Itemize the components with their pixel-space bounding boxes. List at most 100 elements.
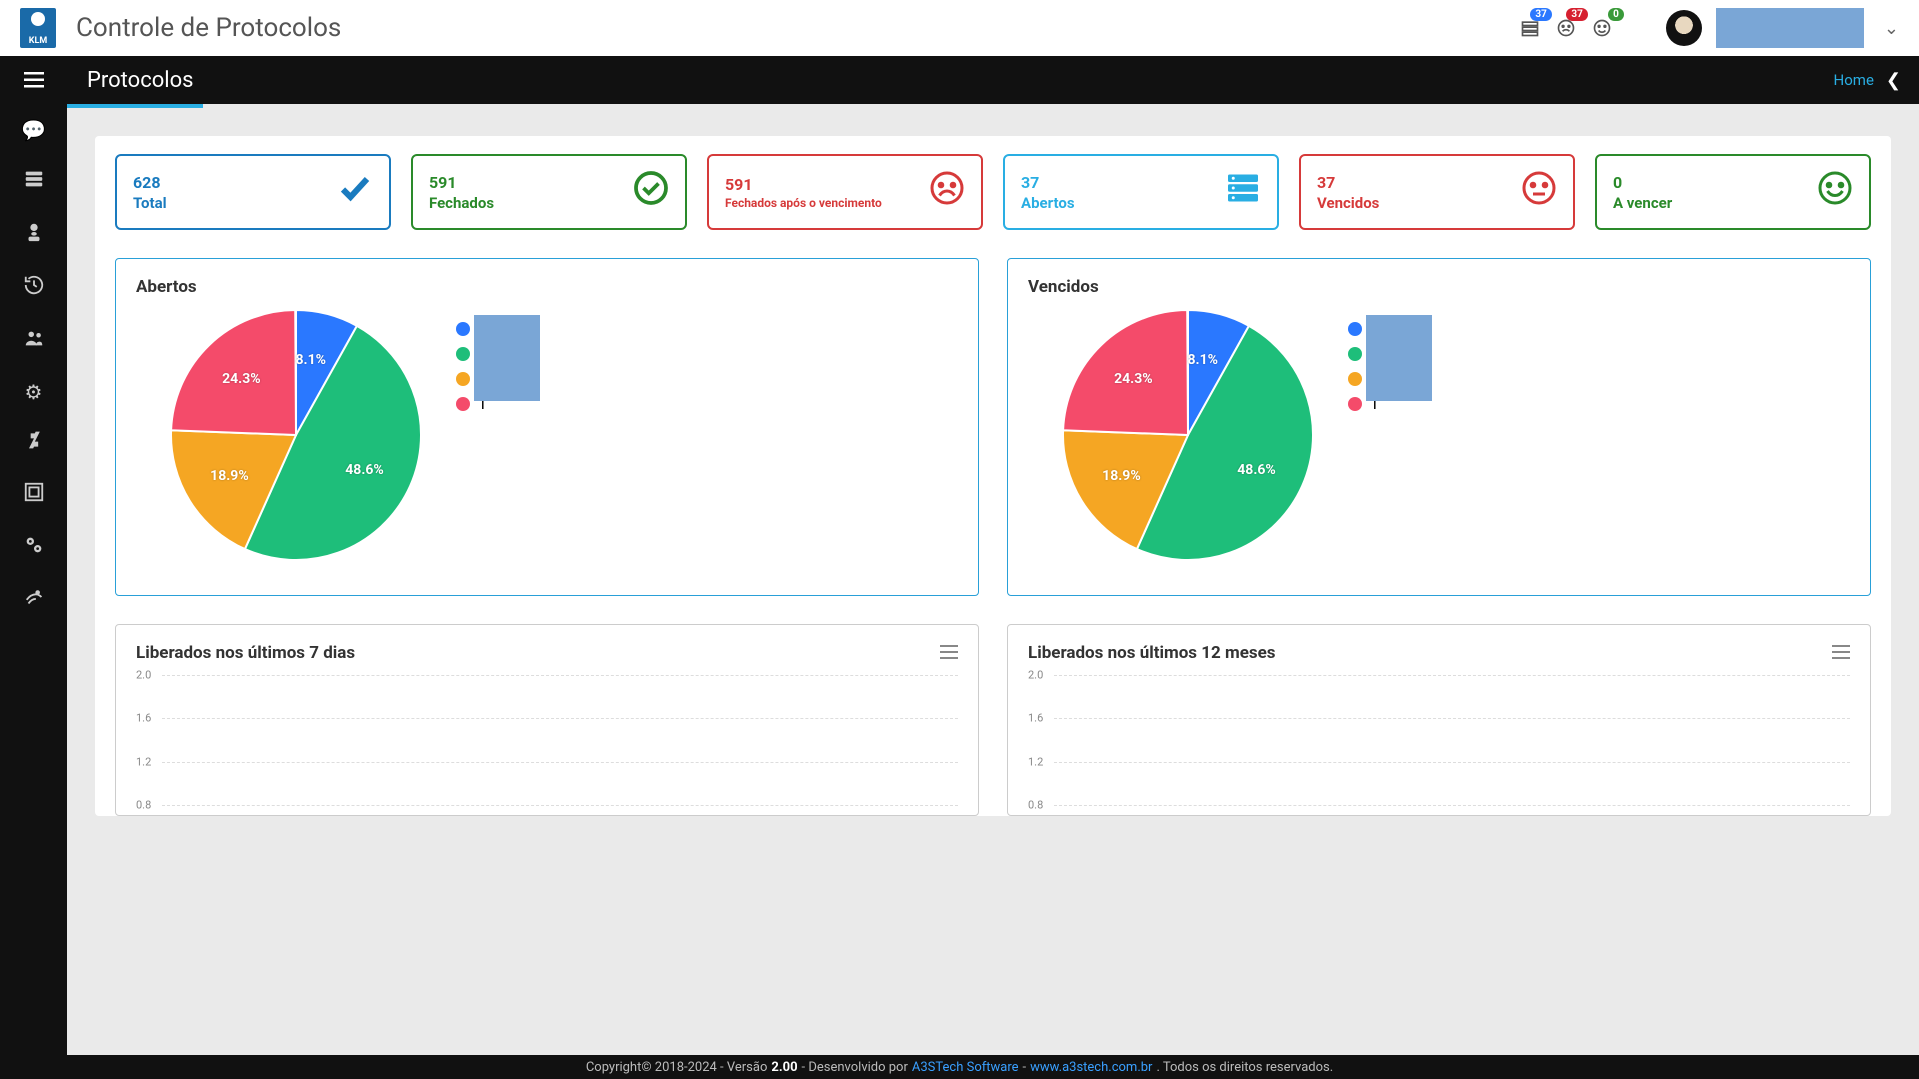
hamburger-icon[interactable] <box>0 72 67 88</box>
gridline <box>162 718 958 719</box>
stat-number: 628 <box>133 173 167 192</box>
y-axis-tick: 1.2 <box>136 755 151 768</box>
server-icon <box>1225 170 1261 214</box>
footer-url-link[interactable]: www.a3stech.com.br <box>1030 1060 1152 1075</box>
page-title: Protocolos <box>87 68 194 93</box>
stat-label: Total <box>133 194 167 212</box>
pie-slice-label: 18.9% <box>210 468 249 484</box>
footer-version: 2.00 <box>771 1060 797 1075</box>
sidebar: 💬 ⚙ <box>0 104 67 1079</box>
pie-slice-label: 24.3% <box>222 371 261 387</box>
legend-color-icon <box>1348 372 1362 386</box>
legend-color-icon <box>456 372 470 386</box>
y-axis-tick: 2.0 <box>1028 669 1043 682</box>
home-link[interactable]: Home <box>1834 71 1874 89</box>
notif-vencidos-icon[interactable]: 37 <box>1556 18 1576 38</box>
meh-icon <box>1521 170 1557 214</box>
avatar[interactable] <box>1666 10 1702 46</box>
stat-box[interactable]: 37Vencidos <box>1299 154 1575 230</box>
legend-color-icon <box>456 322 470 336</box>
pie-slice-label: 48.6% <box>1237 462 1276 478</box>
group-box-icon[interactable] <box>0 481 67 508</box>
gridline <box>162 762 958 763</box>
notif-abertos-icon[interactable]: 37 <box>1520 18 1540 38</box>
line-chart-area: 2.01.61.20.8 <box>162 675 958 805</box>
chart-menu-icon[interactable] <box>1832 644 1850 663</box>
user-name-block[interactable] <box>1716 8 1864 48</box>
gears-icon[interactable] <box>0 534 67 561</box>
smile-icon <box>1817 170 1853 214</box>
section-header: Protocolos Home ❮ <box>0 56 1919 104</box>
topbar: KLM Controle de Protocolos 37 37 0 ⌄ <box>0 0 1919 56</box>
chat-icon[interactable]: 💬 <box>0 118 67 142</box>
stat-number: 591 <box>725 175 882 194</box>
stat-box[interactable]: 628 Total <box>115 154 391 230</box>
stat-label: Fechados <box>429 194 494 212</box>
stat-label: A vencer <box>1613 194 1672 212</box>
pie-chart: 8.1% 48.6% 18.9% 24.3% <box>1058 305 1318 565</box>
gridline <box>1054 718 1850 719</box>
stat-text: 0 A vencer <box>1613 173 1672 212</box>
stat-number: 591 <box>429 173 494 192</box>
pie-slice-label: 18.9% <box>1102 468 1141 484</box>
line-panel-12months: Liberados nos últimos 12 meses 2.0 1.6 1.2… <box>1007 624 1871 816</box>
redacted-block <box>474 315 540 401</box>
notif-avencer-icon[interactable]: 0 <box>1592 18 1612 38</box>
pie-panel-vencidos: Vencidos 8.1% 48.6% 18.9% 24.3% AJRT <box>1007 258 1871 596</box>
stat-label: Abertos <box>1021 194 1075 212</box>
stat-text: 628 Total <box>133 173 167 212</box>
legend-color-icon <box>1348 397 1362 411</box>
y-axis-tick: 1.6 <box>136 712 151 725</box>
footer-text: - <box>1023 1060 1027 1075</box>
history-icon[interactable] <box>0 274 67 301</box>
gridline <box>162 805 958 806</box>
stat-number: 37 <box>1317 173 1379 192</box>
stat-text: 591 Fechados <box>429 173 494 212</box>
chevron-left-icon[interactable]: ❮ <box>1886 70 1901 91</box>
stat-text: 37Vencidos <box>1317 173 1379 212</box>
app-title: Controle de Protocolos <box>76 13 341 43</box>
notif-badge: 37 <box>1530 8 1551 21</box>
chart-title: Liberados nos últimos 12 meses <box>1028 643 1276 663</box>
footer-text: Copyright© 2018-2024 - Versão <box>586 1060 768 1075</box>
stats-row: 628 Total 591 Fechados 591Fechados após o ve… <box>115 154 1871 230</box>
gridline <box>1054 805 1850 806</box>
pie-panel-abertos: Abertos 8.1%48.6%18.9%24.3% AJRT <box>115 258 979 596</box>
pie-slice-label: 24.3% <box>1114 371 1153 387</box>
pie-slice-label: 8.1% <box>1188 352 1218 368</box>
footer: Copyright© 2018-2024 - Versão 2.00 - Des… <box>0 1055 1919 1079</box>
stat-number: 0 <box>1613 173 1672 192</box>
stat-box[interactable]: 0 A vencer <box>1595 154 1871 230</box>
chart-title: Vencidos <box>1028 277 1850 297</box>
pie-charts-row: Abertos 8.1% 48.6% 18.9% 24.3% AJRT Vencido… <box>115 258 1871 596</box>
stat-box[interactable]: 37 Abertos <box>1003 154 1279 230</box>
chevron-down-icon[interactable]: ⌄ <box>1884 18 1899 39</box>
stat-number: 37 <box>1021 173 1075 192</box>
notif-badge: 37 <box>1566 8 1587 21</box>
chart-title: Abertos <box>136 277 958 297</box>
stat-box[interactable]: 591 Fechados <box>411 154 687 230</box>
users-icon[interactable] <box>0 327 67 354</box>
pie-chart: 8.1%48.6%18.9%24.3% <box>166 305 426 565</box>
check-icon <box>337 170 373 214</box>
y-axis-tick: 1.6 <box>1028 712 1043 725</box>
person-icon[interactable] <box>0 221 67 248</box>
legend-color-icon <box>1348 322 1362 336</box>
stat-text: 591Fechados após o vencimento <box>725 175 882 210</box>
chart-menu-icon[interactable] <box>940 644 958 663</box>
footer-text: . Todos os direitos reservados. <box>1156 1060 1333 1075</box>
pie-slice-label: 48.6% <box>345 462 384 478</box>
accessibility-icon[interactable] <box>0 587 67 614</box>
y-axis-tick: 1.2 <box>1028 755 1043 768</box>
gear-icon[interactable]: ⚙ <box>0 380 67 404</box>
brand-logo[interactable]: KLM <box>20 8 56 48</box>
y-axis-tick: 2.0 <box>136 669 151 682</box>
footer-text: - Desenvolvido por <box>802 1060 908 1075</box>
deviant-icon[interactable] <box>0 430 67 455</box>
legend-color-icon <box>1348 347 1362 361</box>
footer-brand-link[interactable]: A3STech Software <box>912 1060 1019 1075</box>
frown-icon <box>929 170 965 214</box>
legend: AJRT <box>1348 319 1380 419</box>
stat-box[interactable]: 591Fechados após o vencimento <box>707 154 983 230</box>
server-icon[interactable] <box>0 168 67 195</box>
